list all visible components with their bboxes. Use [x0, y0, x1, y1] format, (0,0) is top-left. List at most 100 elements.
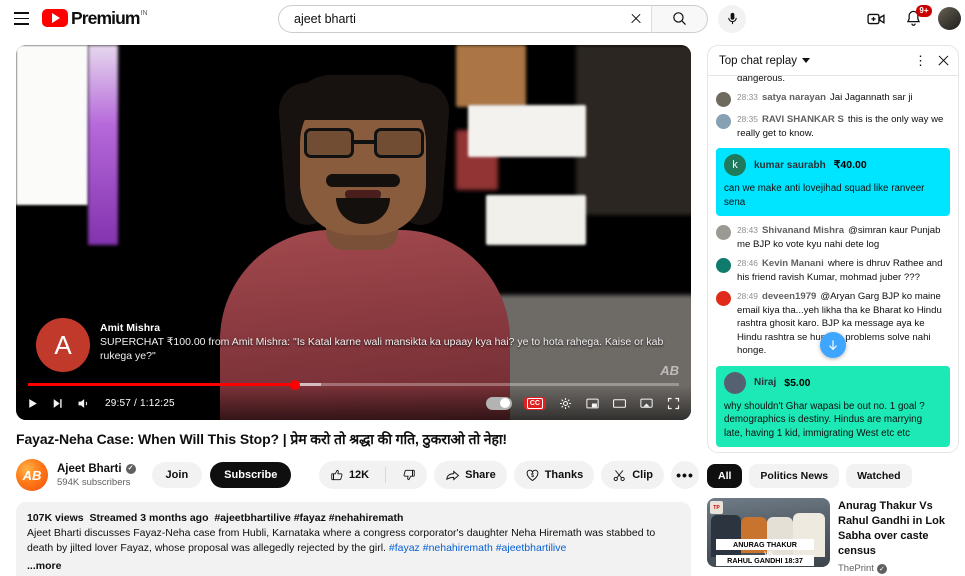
- description-tags[interactable]: #fayaz #nehahiremath #ajeetbhartilive: [389, 542, 566, 554]
- chat-message[interactable]: 28:33satya narayanJai Jagannath sar ji: [708, 88, 958, 110]
- volume-button[interactable]: [76, 396, 91, 411]
- miniplayer-button[interactable]: [585, 396, 600, 411]
- video-bg-lamp: [88, 45, 118, 245]
- create-video-icon: [866, 9, 886, 29]
- scroll-to-bottom-icon[interactable]: [820, 332, 846, 358]
- next-track-icon: [51, 397, 64, 410]
- search-box[interactable]: [278, 5, 651, 33]
- thanks-button[interactable]: $ Thanks: [514, 461, 595, 489]
- close-icon[interactable]: [937, 54, 950, 67]
- avatar[interactable]: [938, 7, 961, 30]
- filter-chip[interactable]: All: [707, 464, 742, 488]
- chat-message[interactable]: 28:43Shivanand Mishra@simran kaur Punjab…: [708, 221, 958, 254]
- page-body: A Amit Mishra SUPERCHAT ₹100.00 from Ami…: [0, 37, 965, 576]
- description-header: 107K views Streamed 3 months ago #ajeetb…: [27, 511, 680, 526]
- chat-author-name[interactable]: satya narayan: [762, 92, 826, 103]
- verified-badge-icon: ✓: [877, 564, 887, 574]
- secondary-column: Top chat replay ⋮ 28:24hasmukh ahir🙏28:3…: [707, 37, 965, 576]
- voice-search-button[interactable]: [718, 5, 746, 33]
- player-controls-bar: 29:57 / 1:12:25 CC: [16, 383, 691, 420]
- join-button[interactable]: Join: [152, 462, 203, 488]
- create-video-button[interactable]: [864, 7, 888, 31]
- fullscreen-icon: [666, 396, 681, 411]
- chat-author-avatar: [716, 92, 731, 107]
- captions-button[interactable]: CC: [524, 397, 546, 410]
- search-input[interactable]: [294, 12, 625, 26]
- chat-message-list[interactable]: 28:24hasmukh ahir🙏28:30Mahadevare humare…: [708, 76, 958, 452]
- video-bg-cabinet: [576, 45, 691, 215]
- hamburger-menu-icon[interactable]: [8, 6, 34, 32]
- notifications-badge: 9+: [916, 5, 932, 17]
- cast-button[interactable]: [639, 396, 654, 411]
- progress-bar[interactable]: [28, 383, 679, 386]
- search-icon: [671, 10, 688, 27]
- notifications-button[interactable]: 9+: [901, 7, 925, 31]
- chat-message-body: 28:33Aman SinghMuslim girls are also ver…: [737, 76, 949, 85]
- play-icon: [26, 397, 39, 410]
- filter-chip[interactable]: Watched: [846, 464, 911, 488]
- youtube-premium-logo[interactable]: Premium IN: [42, 9, 148, 28]
- view-count: 107K views: [27, 512, 84, 524]
- chat-header: Top chat replay ⋮: [708, 46, 958, 76]
- filter-chip[interactable]: Politics News: [749, 464, 839, 488]
- superchat-ticker-overlay: A Amit Mishra SUPERCHAT ₹100.00 from Ami…: [36, 318, 677, 372]
- related-videos-list: TPANURAG THAKURVSRAHUL GANDHI 18:37Anura…: [707, 498, 965, 576]
- superchat-sender-avatar: [724, 372, 746, 394]
- more-actions-button[interactable]: •••: [671, 461, 699, 489]
- chat-author-avatar: [716, 225, 731, 240]
- chat-message[interactable]: 28:35RAVI SHANKAR Sthis is the only way …: [708, 110, 958, 143]
- chat-author-name[interactable]: deveen1979: [762, 291, 816, 302]
- autoplay-toggle[interactable]: [486, 397, 512, 410]
- superchat-sender-name: kumar saurabh: [754, 160, 826, 171]
- chat-author-avatar: [716, 114, 731, 129]
- chat-author-avatar: [716, 258, 731, 273]
- masthead: Premium IN: [0, 0, 965, 37]
- related-channel-name[interactable]: ThePrint✓: [838, 563, 965, 574]
- thumbnail-text-top: ANURAG THAKUR: [716, 539, 814, 550]
- search-button[interactable]: [651, 5, 708, 33]
- action-divider: [385, 467, 386, 483]
- video-player[interactable]: A Amit Mishra SUPERCHAT ₹100.00 from Ami…: [16, 45, 691, 420]
- clear-search-icon[interactable]: [625, 8, 647, 30]
- channel-avatar[interactable]: AB: [16, 459, 48, 491]
- thanks-heart-icon: $: [525, 468, 540, 483]
- channel-name-row[interactable]: Ajeet Bharti ✓: [57, 462, 136, 476]
- chat-author-name[interactable]: RAVI SHANKAR S: [762, 114, 844, 125]
- fullscreen-button[interactable]: [666, 396, 681, 411]
- gear-icon: [558, 396, 573, 411]
- share-label: Share: [465, 469, 496, 481]
- description-head-tags: #ajeetbhartilive #fayaz #nehahiremath: [214, 512, 403, 524]
- chat-message-body: 28:43Shivanand Mishra@simran kaur Punjab…: [737, 224, 949, 251]
- like-button[interactable]: 12K: [319, 461, 380, 489]
- clip-button[interactable]: Clip: [601, 461, 664, 489]
- video-owner-row: AB Ajeet Bharti ✓ 594K subscribers Join …: [16, 459, 699, 491]
- thanks-label: Thanks: [545, 469, 584, 481]
- related-video-item[interactable]: TPANURAG THAKURVSRAHUL GANDHI 18:37Anura…: [707, 498, 965, 576]
- thumbs-down-icon: [402, 468, 416, 482]
- theater-button[interactable]: [612, 396, 627, 411]
- channel-watermark[interactable]: AB: [660, 363, 679, 378]
- superchat-message-card[interactable]: Niraj$5.00why shouldn't Ghar wapasi be o…: [716, 366, 950, 448]
- theater-mode-icon: [612, 396, 627, 411]
- video-thumbnail[interactable]: TPANURAG THAKURVSRAHUL GANDHI 18:37: [707, 498, 830, 567]
- chat-author-name[interactable]: Kevin Manani: [762, 258, 824, 269]
- chat-message[interactable]: 28:46Kevin Mananiwhere is dhruv Rathee a…: [708, 254, 958, 287]
- chat-message[interactable]: 28:33Aman SinghMuslim girls are also ver…: [708, 76, 958, 88]
- video-description[interactable]: 107K views Streamed 3 months ago #ajeetb…: [16, 502, 691, 576]
- settings-button[interactable]: [558, 396, 573, 411]
- subscribe-button[interactable]: Subscribe: [210, 462, 291, 488]
- page-title: Fayaz-Neha Case: When Will This Stop? | …: [16, 430, 699, 449]
- chat-message-body: 28:35RAVI SHANKAR Sthis is the only way …: [737, 113, 949, 140]
- dislike-button[interactable]: [391, 461, 427, 489]
- chat-title: Top chat replay: [719, 55, 797, 67]
- chat-mode-selector[interactable]: Top chat replay: [719, 55, 810, 67]
- superchat-message-card[interactable]: kkumar saurabh₹40.00can we make anti lov…: [716, 148, 950, 216]
- next-button[interactable]: [51, 397, 64, 410]
- show-more-button[interactable]: ...more: [27, 559, 61, 574]
- play-button[interactable]: [26, 397, 39, 410]
- share-button[interactable]: Share: [434, 461, 507, 489]
- superchat-text: why shouldn't Ghar wapasi be out no. 1 g…: [716, 400, 950, 448]
- progress-scrubber[interactable]: [290, 380, 300, 390]
- more-options-icon[interactable]: ⋮: [914, 56, 927, 66]
- chat-author-name[interactable]: Shivanand Mishra: [762, 225, 844, 236]
